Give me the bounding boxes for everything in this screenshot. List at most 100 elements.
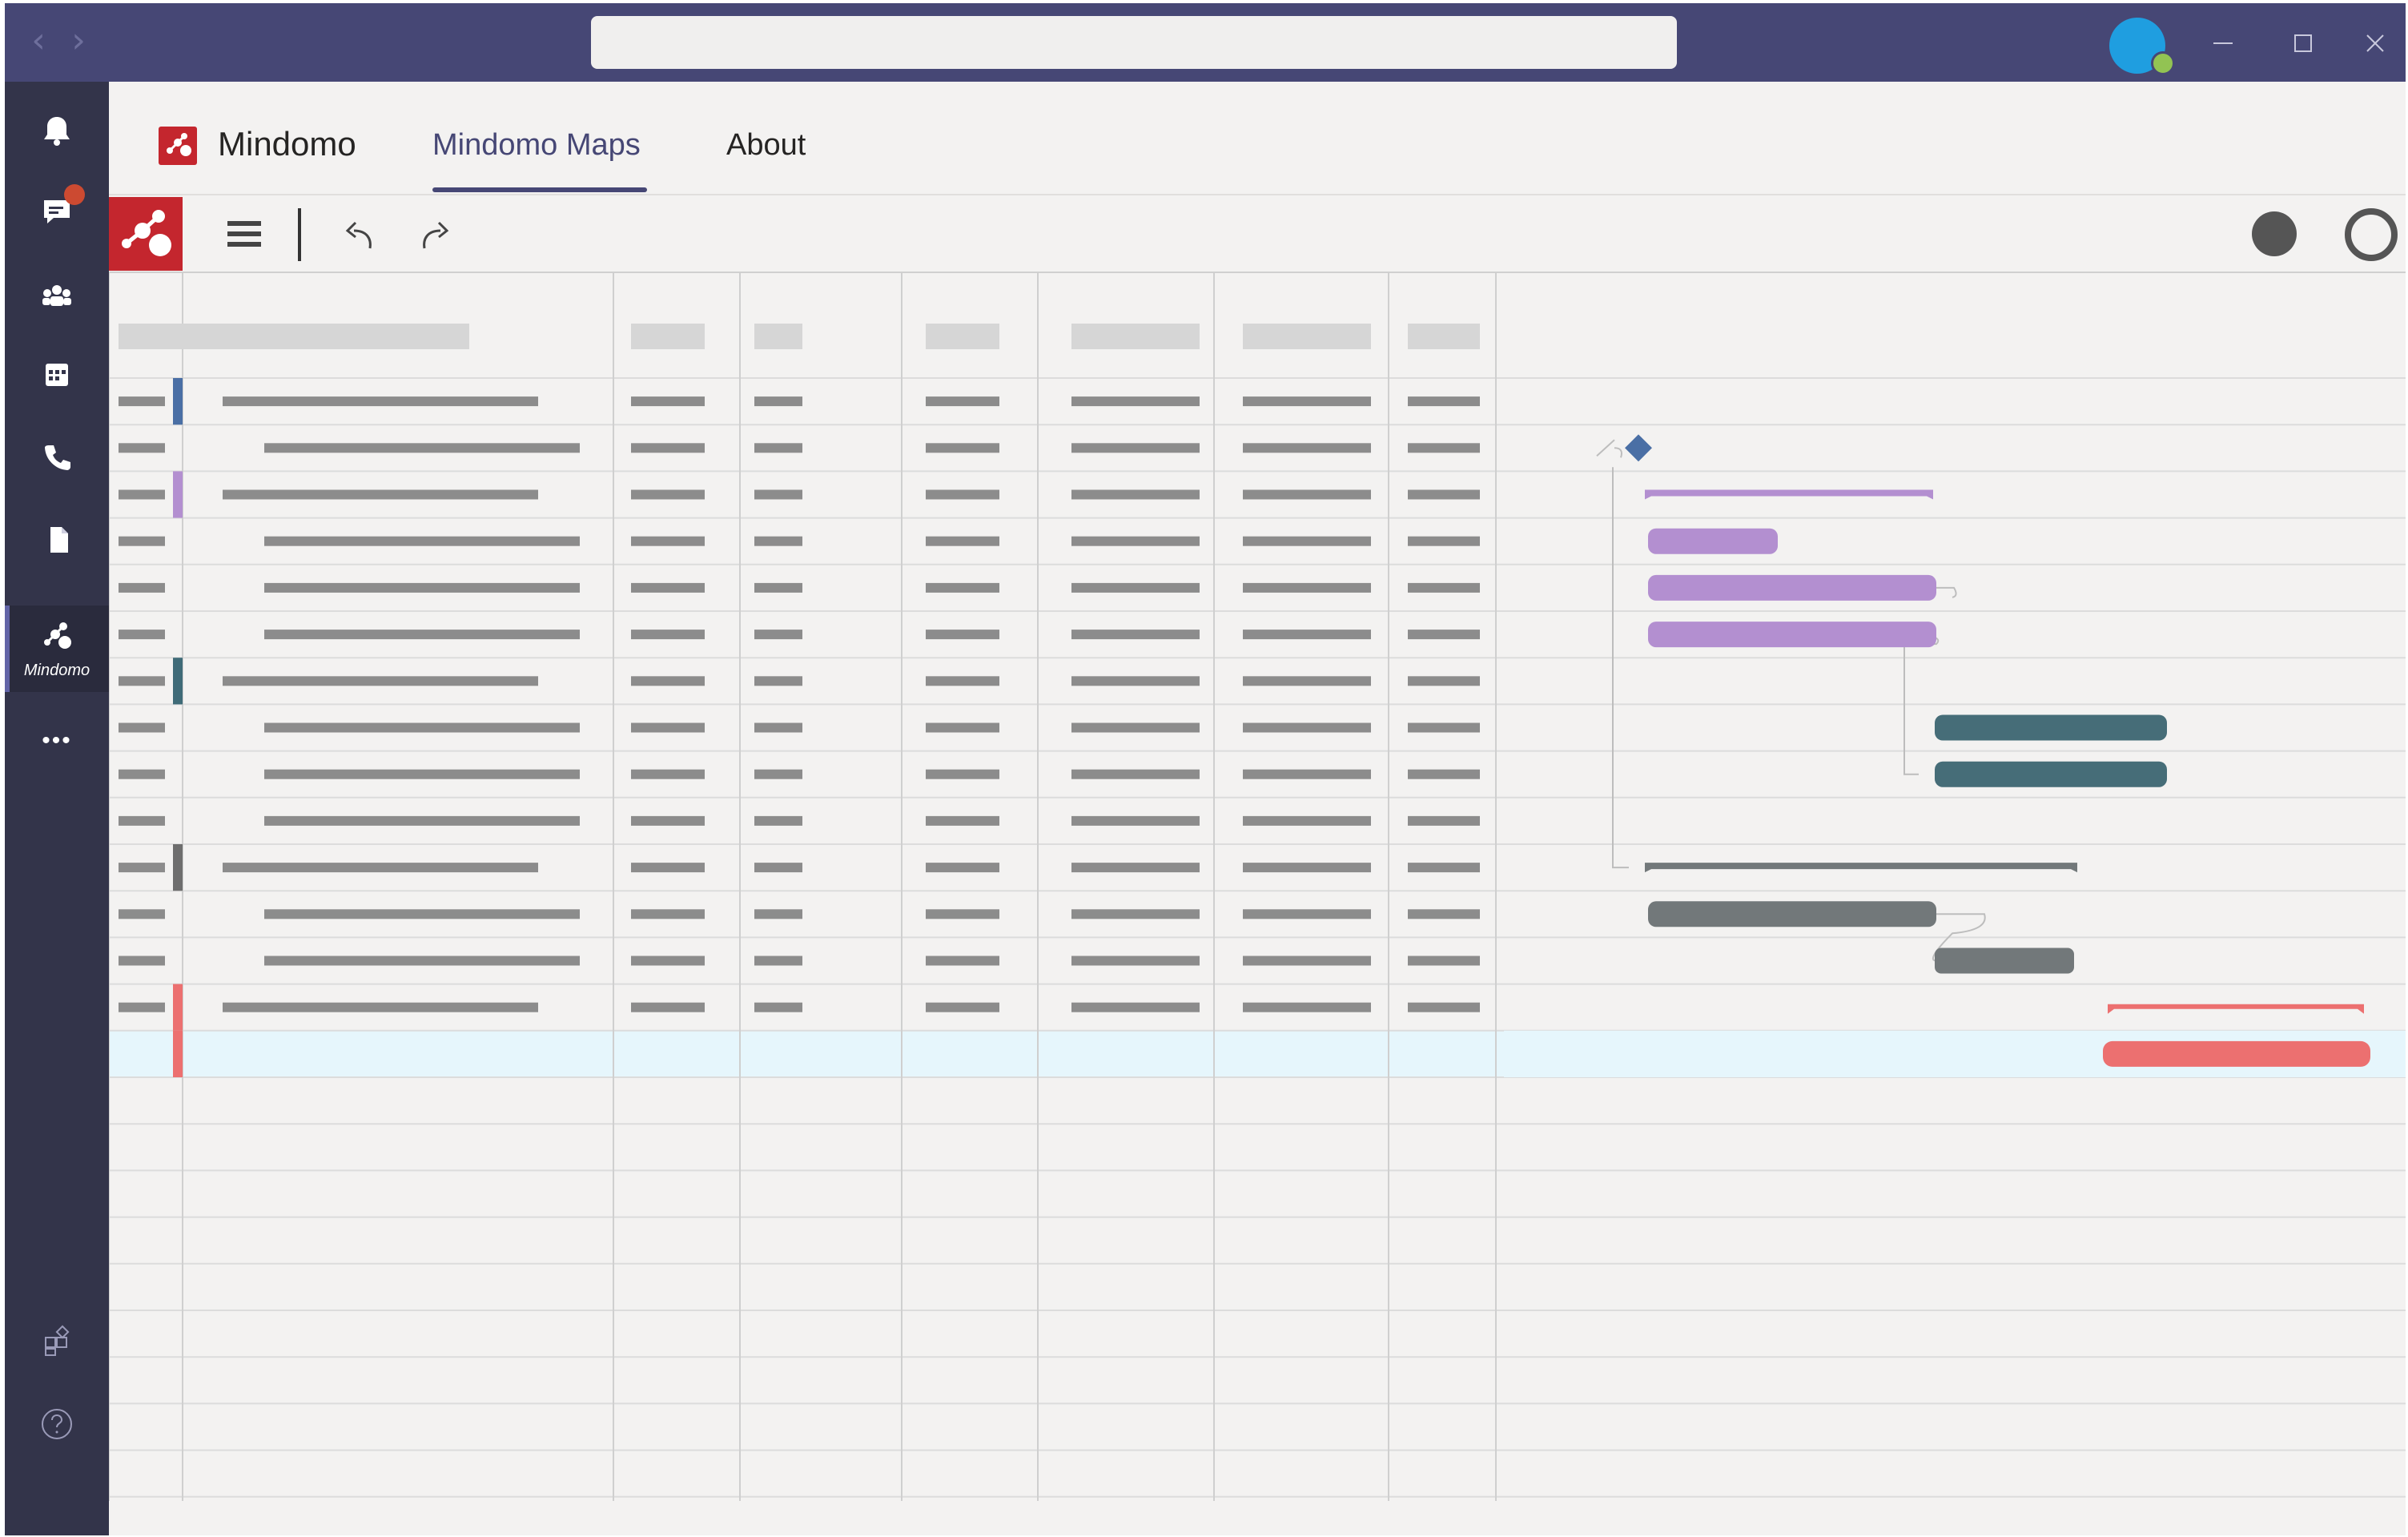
summary-bar-purple[interactable] (1645, 489, 1933, 500)
row-id-placeholder (119, 582, 165, 593)
row-cell-placeholder (1243, 630, 1371, 640)
row-cell-placeholder (1408, 396, 1480, 407)
row-cell-placeholder (926, 769, 999, 779)
tab-mindomo-maps[interactable]: Mindomo Maps (432, 128, 641, 163)
undo-icon[interactable] (338, 211, 383, 256)
more-apps-button[interactable]: ••• (5, 727, 109, 754)
row-id-placeholder (119, 956, 165, 966)
row-cell-placeholder (1243, 956, 1371, 966)
chat-notification-badge (64, 184, 85, 205)
menu-icon[interactable] (223, 211, 267, 256)
summary-bar-red[interactable] (2108, 1004, 2364, 1014)
row-cell-placeholder (926, 443, 999, 453)
row-cell-placeholder (1243, 676, 1371, 686)
task-table-grid (108, 272, 1504, 1501)
row-cell-placeholder (1071, 536, 1200, 546)
row-id-placeholder (119, 443, 165, 453)
view-toggle-outline[interactable] (2345, 208, 2398, 261)
row-name-placeholder (223, 396, 538, 407)
row-cell-placeholder (926, 396, 999, 407)
task-bar[interactable] (1648, 622, 1936, 648)
file-icon[interactable] (33, 516, 81, 564)
row-cell-placeholder (631, 630, 705, 640)
row-cell-placeholder (926, 676, 999, 686)
active-tab-underline (432, 187, 647, 192)
row-name-placeholder (264, 769, 580, 779)
row-id-placeholder (119, 536, 165, 546)
row-name-placeholder (264, 722, 580, 733)
milestone-diamond[interactable] (1625, 434, 1652, 462)
app-header: Mindomo Mindomo Maps About (109, 82, 2406, 195)
row-color-marker (173, 844, 183, 891)
forward-button[interactable]: › (62, 21, 94, 61)
row-cell-placeholder (754, 536, 802, 546)
row-cell-placeholder (1243, 443, 1371, 453)
row-cell-placeholder (631, 863, 705, 873)
view-toggle-filled[interactable] (2252, 211, 2297, 256)
row-name-placeholder (223, 489, 538, 500)
row-cell-placeholder (1408, 582, 1480, 593)
row-id-placeholder (119, 1002, 165, 1012)
task-bar[interactable] (1648, 901, 1936, 927)
row-cell-placeholder (754, 676, 802, 686)
row-cell-placeholder (1243, 769, 1371, 779)
task-bar[interactable] (1648, 574, 1936, 601)
row-cell-placeholder (631, 1002, 705, 1012)
close-button[interactable] (2351, 19, 2399, 67)
row-cell-placeholder (926, 536, 999, 546)
help-icon[interactable] (33, 1400, 81, 1448)
redo-icon[interactable] (412, 211, 456, 256)
summary-bar-gray[interactable] (1645, 863, 2077, 873)
maximize-button[interactable] (2279, 19, 2327, 67)
row-cell-placeholder (754, 863, 802, 873)
tab-about[interactable]: About (726, 128, 806, 163)
row-id-placeholder (119, 863, 165, 873)
row-cell-placeholder (1071, 722, 1200, 733)
task-bar[interactable] (2103, 1040, 2370, 1067)
back-button[interactable]: ‹ (22, 21, 54, 61)
row-cell-placeholder (926, 956, 999, 966)
row-cell-placeholder (1408, 443, 1480, 453)
task-bar[interactable] (1935, 761, 2167, 787)
task-bar[interactable] (1935, 714, 2167, 741)
row-cell-placeholder (1071, 630, 1200, 640)
rail-item-mindomo[interactable]: Mindomo (5, 606, 109, 692)
row-cell-placeholder (631, 909, 705, 919)
store-icon[interactable] (33, 1317, 81, 1365)
row-cell-placeholder (1071, 396, 1200, 407)
row-cell-placeholder (754, 630, 802, 640)
row-cell-placeholder (926, 1002, 999, 1012)
row-color-marker (173, 1030, 183, 1077)
mindomo-home-icon[interactable] (109, 197, 183, 271)
task-bar[interactable] (1648, 528, 1778, 554)
row-cell-placeholder (754, 443, 802, 453)
row-cell-placeholder (926, 489, 999, 500)
row-cell-placeholder (1071, 1002, 1200, 1012)
teams-icon[interactable] (33, 272, 81, 320)
row-name-placeholder (264, 815, 580, 826)
gantt-task-table (108, 272, 1504, 1501)
row-cell-placeholder (1243, 396, 1371, 407)
row-cell-placeholder (1408, 1002, 1480, 1012)
row-color-marker (173, 984, 183, 1031)
title-bar: ‹ › (5, 3, 2406, 82)
gantt-timeline (1504, 272, 2406, 1501)
task-bar[interactable] (1935, 948, 2074, 974)
row-cell-placeholder (754, 582, 802, 593)
row-cell-placeholder (754, 815, 802, 826)
row-name-placeholder (264, 443, 580, 453)
selected-row (109, 1030, 1504, 1077)
row-cell-placeholder (1071, 956, 1200, 966)
row-name-placeholder (223, 863, 538, 873)
minimize-button[interactable] (2199, 19, 2247, 67)
phone-icon[interactable] (33, 434, 81, 482)
calendar-icon[interactable] (33, 351, 81, 399)
row-cell-placeholder (631, 722, 705, 733)
row-cell-placeholder (754, 769, 802, 779)
row-name-placeholder (223, 1002, 538, 1012)
search-input[interactable] (591, 16, 1677, 69)
row-id-placeholder (119, 815, 165, 826)
bell-icon[interactable] (33, 106, 81, 154)
row-cell-placeholder (1243, 1002, 1371, 1012)
row-cell-placeholder (631, 536, 705, 546)
